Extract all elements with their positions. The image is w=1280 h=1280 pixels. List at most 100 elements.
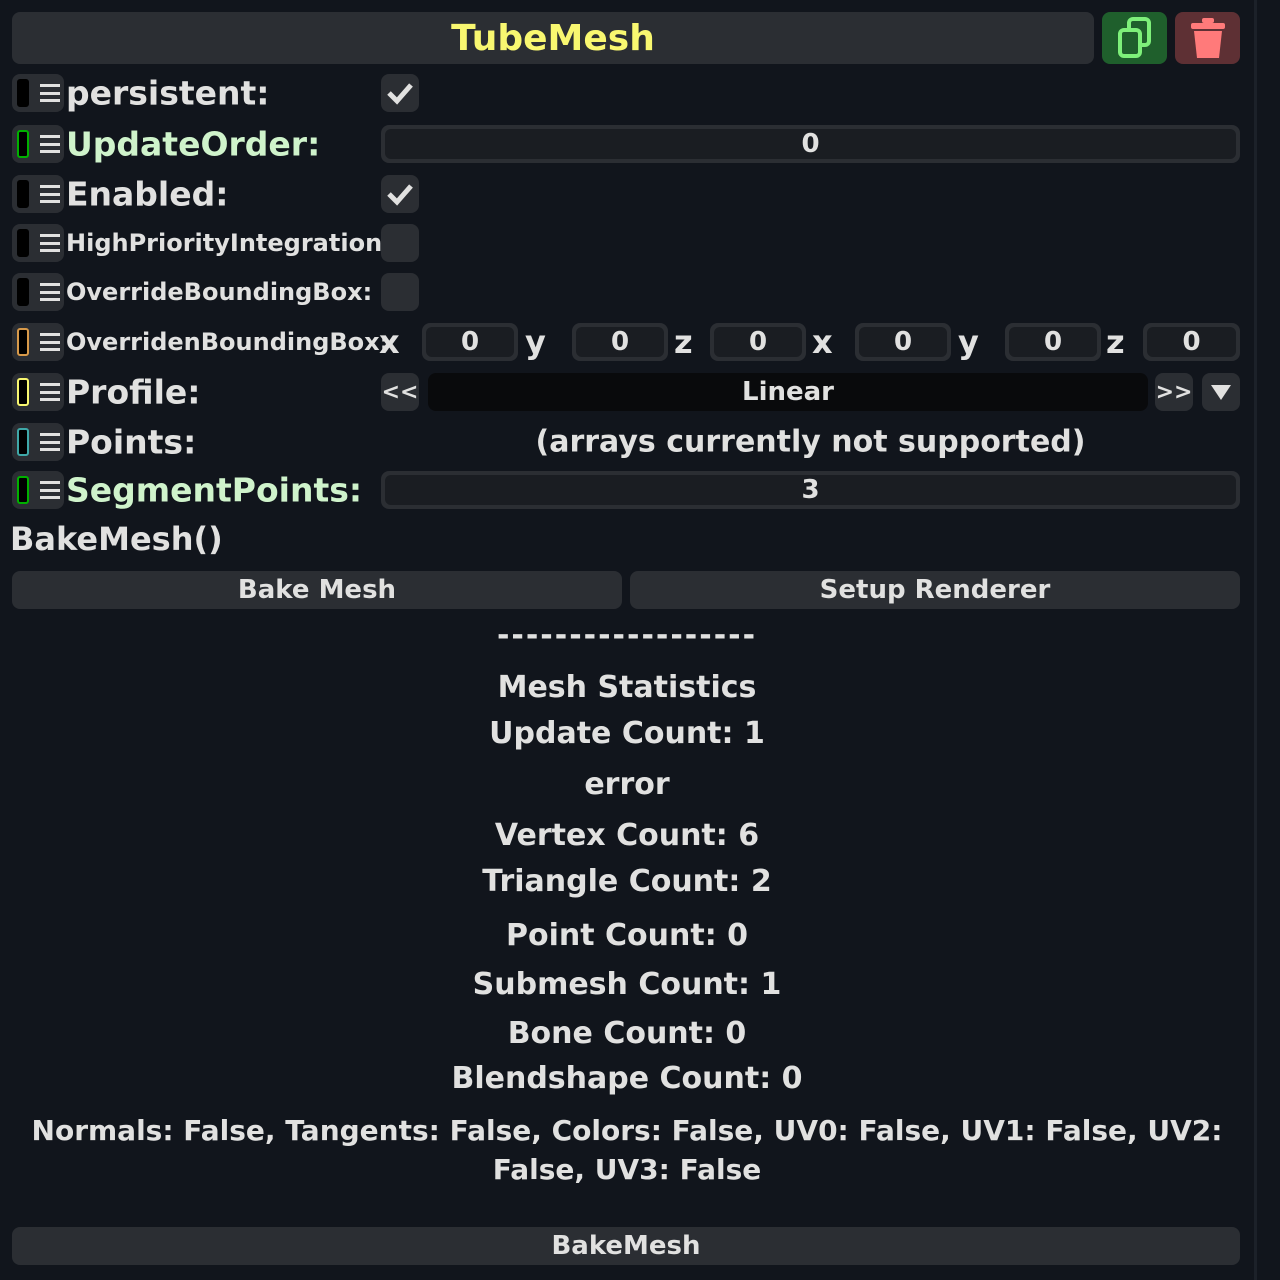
axis-label-min-x: x [379,323,400,361]
bbox-min-z-input[interactable]: 0 [710,323,806,361]
bakemesh-footer-button[interactable]: BakeMesh [12,1227,1240,1265]
override-bounding-box-checkbox[interactable] [381,273,419,311]
update-order-input[interactable]: 0 [381,125,1240,163]
type-swatch [17,278,29,306]
field-enabled: Enabled: [12,172,1240,216]
axis-label-min-z: z [674,323,693,361]
axis-label-max-z: z [1106,323,1125,361]
type-swatch [17,428,29,456]
profile-prev-button[interactable]: << [381,373,419,411]
menu-icon [40,84,60,102]
type-swatch [17,476,29,504]
point-count: Point Count: 0 [505,918,749,953]
high-priority-checkbox[interactable] [381,224,419,262]
component-header: TubeMesh [12,12,1094,64]
component-title: TubeMesh [451,17,655,59]
bbox-max-z-value: 0 [1147,327,1236,357]
menu-icon [40,283,60,301]
bbox-min-z-value: 0 [714,327,802,357]
field-label: SegmentPoints: [66,470,363,510]
menu-icon [40,234,60,252]
type-swatch [17,79,29,107]
field-label: HighPriorityIntegration: [66,229,392,257]
duplicate-icon [1117,17,1151,58]
chevron-down-icon [1211,385,1231,400]
field-profile: Profile: << Linear >> [12,370,1240,414]
field-high-priority-integration: HighPriorityIntegration: [12,221,1240,265]
field-label: Points: [66,422,197,462]
drag-handle[interactable] [12,175,64,213]
bbox-min-x-value: 0 [426,327,514,357]
bbox-max-x-input[interactable]: 0 [855,323,951,361]
menu-icon [40,481,60,499]
update-order-value: 0 [385,129,1236,159]
bbox-min-y-value: 0 [576,327,664,357]
drag-handle[interactable] [12,471,64,509]
segment-points-value: 3 [385,475,1236,505]
attribute-flags-line-2: False, UV3: False [492,1153,762,1186]
segment-points-input[interactable]: 3 [381,471,1240,509]
blendshape-count: Blendshape Count: 0 [451,1061,803,1096]
menu-icon [40,433,60,451]
enabled-checkbox[interactable] [381,175,419,213]
triangle-count: Triangle Count: 2 [482,864,772,899]
field-segment-points: SegmentPoints: 3 [12,468,1240,512]
drag-handle[interactable] [12,423,64,461]
field-label: UpdateOrder: [66,124,321,164]
delete-button[interactable] [1175,12,1240,64]
update-count: Update Count: 1 [489,716,765,751]
submesh-count: Submesh Count: 1 [472,967,782,1002]
stats-heading: Mesh Statistics [497,670,757,705]
type-swatch [17,229,29,257]
bake-mesh-button[interactable]: Bake Mesh [12,571,622,609]
field-override-bounding-box: OverrideBoundingBox: [12,270,1240,314]
field-label: persistent: [66,73,270,113]
axis-label-min-y: y [525,323,546,361]
vertex-count: Vertex Count: 6 [494,818,760,853]
profile-next-button[interactable]: >> [1155,373,1193,411]
checkmark-icon [387,184,413,206]
attribute-flags-line-1: Normals: False, Tangents: False, Colors:… [31,1114,1223,1147]
axis-label-max-y: y [958,323,979,361]
drag-handle[interactable] [12,224,64,262]
menu-icon [40,135,60,153]
profile-value: Linear [428,373,1148,411]
bbox-min-y-input[interactable]: 0 [572,323,668,361]
type-swatch [17,130,29,158]
method-name: BakeMesh() [10,520,223,558]
field-label: Enabled: [66,174,229,214]
profile-dropdown-button[interactable] [1202,373,1240,411]
field-label: OverrideBoundingBox: [66,278,373,306]
persistent-checkbox[interactable] [381,74,419,112]
checkmark-icon [387,83,413,105]
field-persistent: persistent: [12,71,1240,115]
type-swatch [17,180,29,208]
field-points: Points: (arrays currently not supported) [12,420,1240,464]
field-overriden-bounding-box: OverridenBoundingBox: x 0 y 0 z 0 x 0 y … [12,320,1240,364]
bone-count: Bone Count: 0 [507,1016,747,1051]
menu-icon [40,383,60,401]
axis-label-max-x: x [812,323,833,361]
points-unsupported-note: (arrays currently not supported) [535,424,1086,460]
bbox-min-x-input[interactable]: 0 [422,323,518,361]
field-label: Profile: [66,372,201,412]
bbox-max-x-value: 0 [859,327,947,357]
duplicate-button[interactable] [1102,12,1167,64]
type-swatch [17,328,29,356]
menu-icon [40,185,60,203]
bbox-max-y-value: 0 [1009,327,1097,357]
drag-handle[interactable] [12,323,64,361]
scrollbar[interactable] [1254,0,1257,1280]
field-label: OverridenBoundingBox: [66,328,390,356]
field-update-order: UpdateOrder: 0 [12,122,1240,166]
bbox-max-y-input[interactable]: 0 [1005,323,1101,361]
drag-handle[interactable] [12,125,64,163]
error-text: error [584,767,670,802]
bbox-max-z-input[interactable]: 0 [1143,323,1240,361]
setup-renderer-button[interactable]: Setup Renderer [630,571,1240,609]
type-swatch [17,378,29,406]
drag-handle[interactable] [12,74,64,112]
menu-icon [40,333,60,351]
drag-handle[interactable] [12,273,64,311]
drag-handle[interactable] [12,373,64,411]
